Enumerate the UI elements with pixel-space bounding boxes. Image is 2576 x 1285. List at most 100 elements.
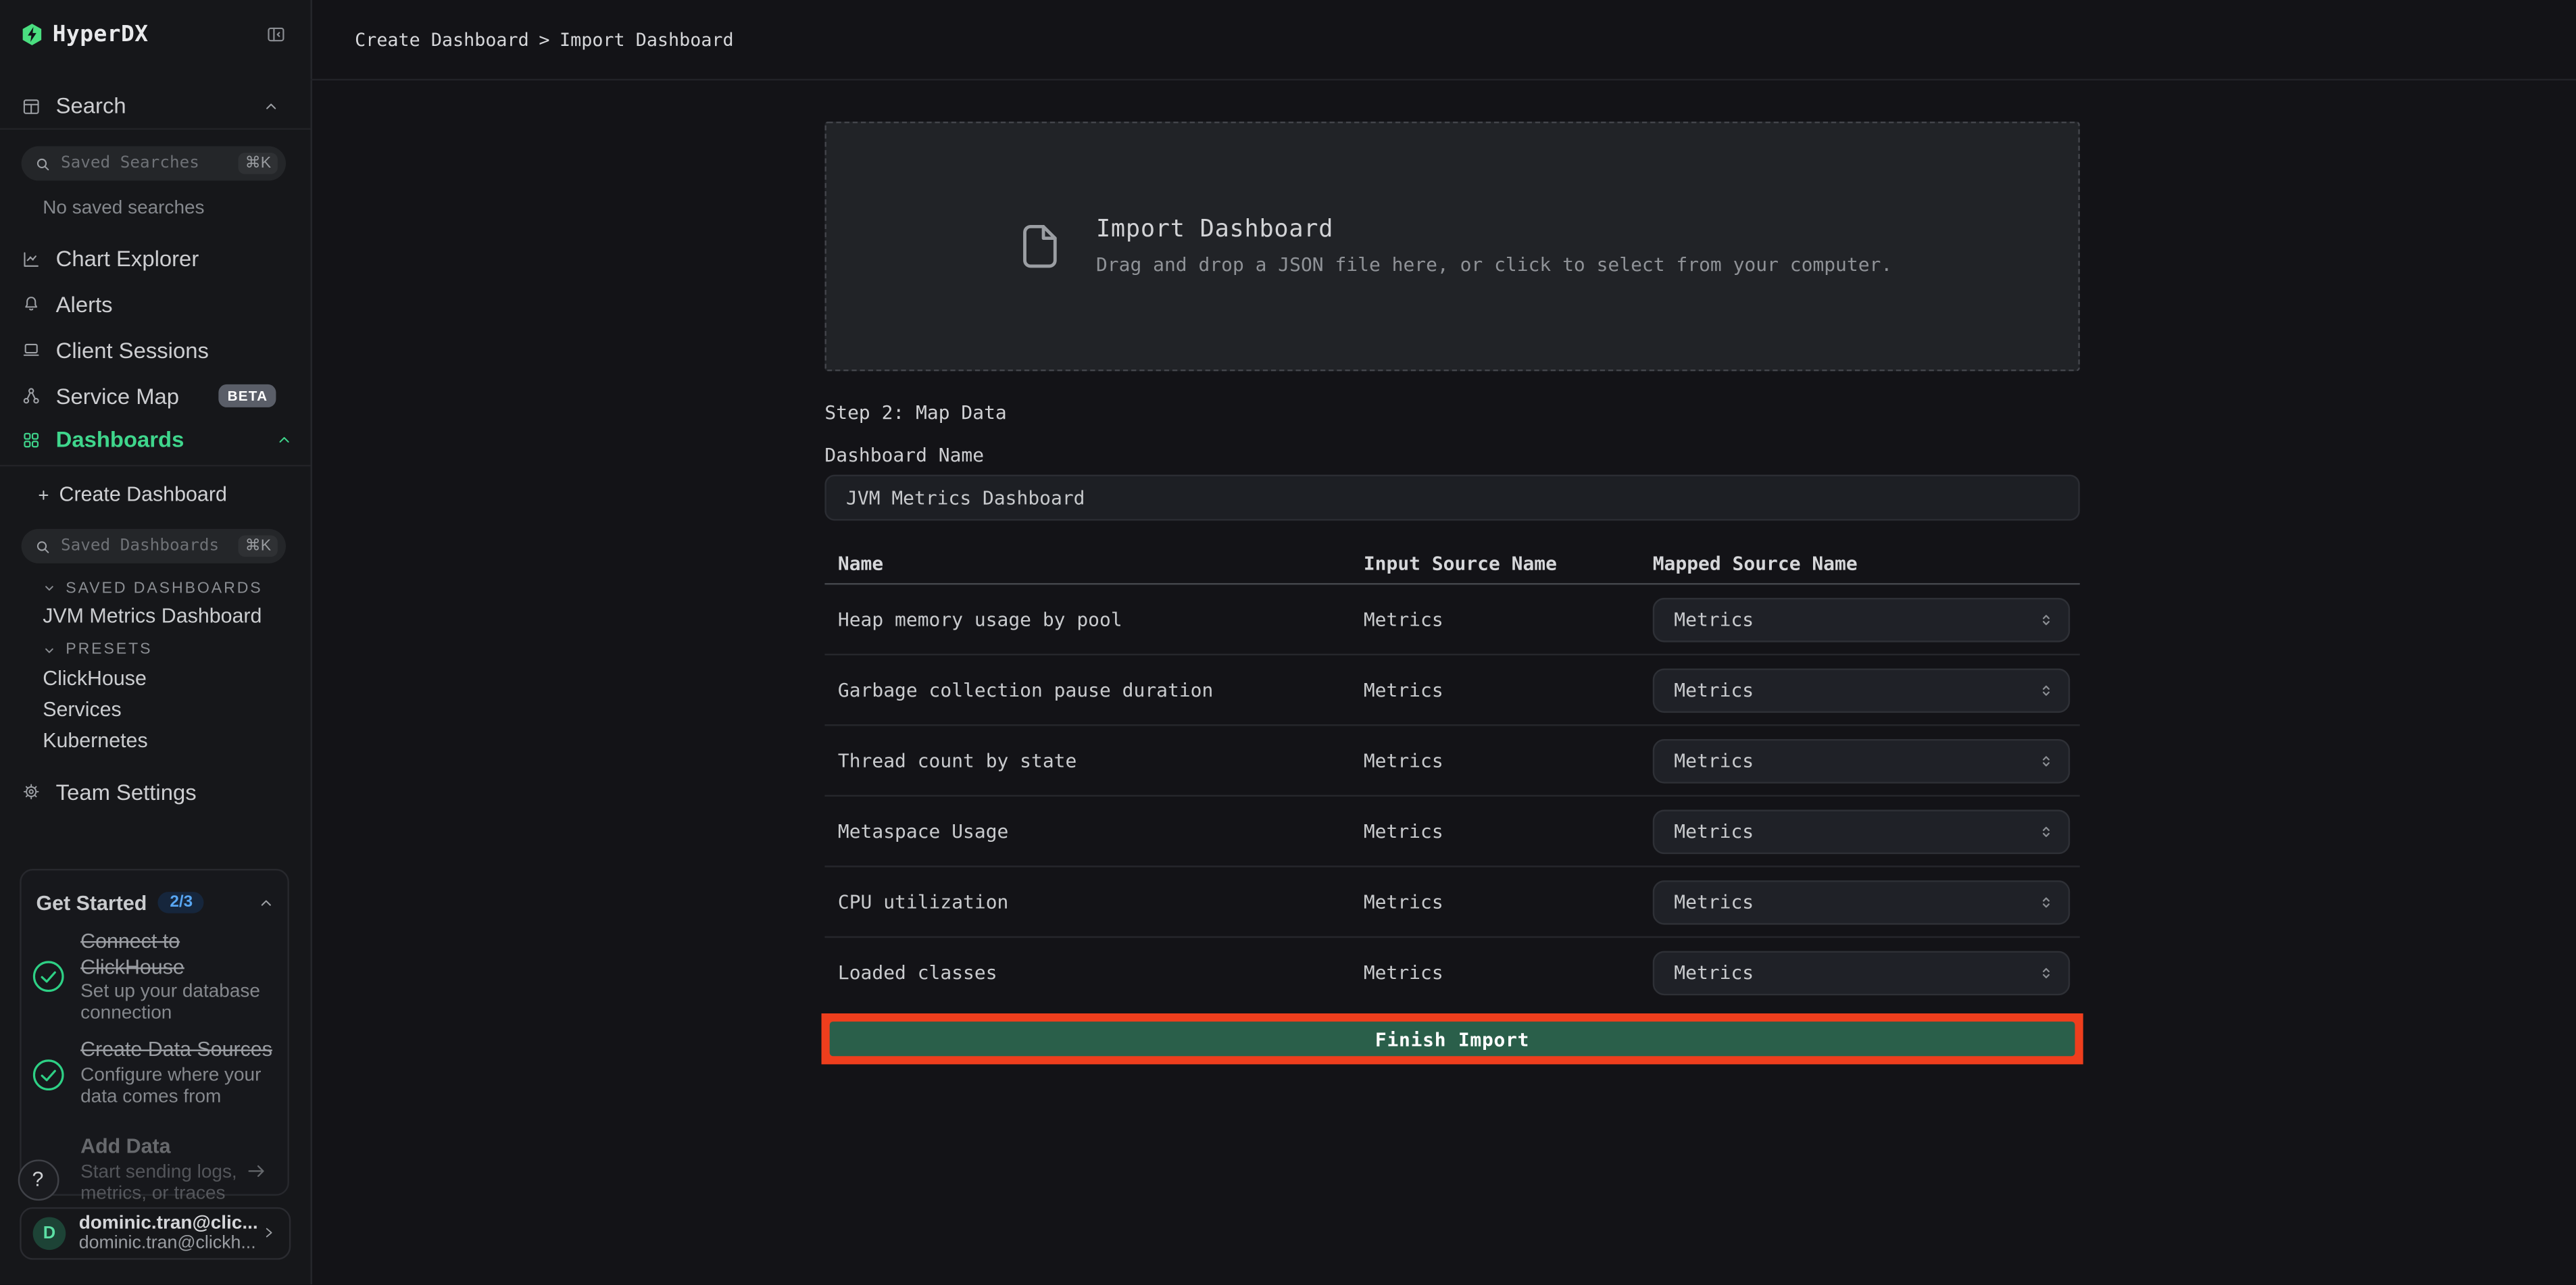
sidebar-item-label: Search xyxy=(56,94,126,118)
mapped-source-select[interactable]: Metrics xyxy=(1653,950,2071,994)
beta-badge: BETA xyxy=(220,384,276,407)
preset-name: ClickHouse xyxy=(43,666,147,689)
app-logo[interactable]: HyperDX xyxy=(22,20,149,49)
service-map-icon xyxy=(22,386,41,405)
preset-item-clickhouse[interactable]: ClickHouse xyxy=(43,664,147,690)
step-description: Set up your database connection xyxy=(80,982,274,1026)
row-input-source: Metrics xyxy=(1364,820,1650,842)
panel-left-icon xyxy=(266,24,286,44)
selected-value: Metrics xyxy=(1674,749,1754,772)
sidebar-collapse-button[interactable] xyxy=(266,24,286,44)
check-circle-icon xyxy=(31,959,66,993)
sidebar-item-alerts[interactable]: Alerts xyxy=(22,289,311,319)
breadcrumb-separator: > xyxy=(539,29,549,51)
row-input-source: Metrics xyxy=(1364,608,1650,631)
section-title: PRESETS xyxy=(66,640,152,659)
row-name: Heap memory usage by pool xyxy=(824,608,1363,631)
mapped-source-select[interactable]: Metrics xyxy=(1653,667,2071,712)
search-placeholder: Saved Searches xyxy=(61,155,199,173)
select-updown-icon xyxy=(2037,681,2056,699)
search-placeholder: Saved Dashboards xyxy=(61,537,219,555)
preset-item-kubernetes[interactable]: Kubernetes xyxy=(43,727,147,753)
sidebar-item-chart-explorer[interactable]: Chart Explorer xyxy=(22,244,311,274)
table-row: Metaspace Usage Metrics Metrics xyxy=(824,797,2079,867)
create-dashboard-button[interactable]: Create Dashboard xyxy=(36,483,226,506)
mapped-source-select[interactable]: Metrics xyxy=(1653,738,2071,783)
arrow-right-icon xyxy=(245,1159,268,1182)
grid-icon xyxy=(22,430,41,449)
gear-icon xyxy=(22,782,41,801)
mapping-table: Name Input Source Name Mapped Source Nam… xyxy=(824,544,2079,1007)
mapped-source-select[interactable]: Metrics xyxy=(1653,809,2071,853)
row-input-source: Metrics xyxy=(1364,961,1650,984)
dashboard-name: JVM Metrics Dashboard xyxy=(43,605,262,628)
user-name: dominic.tran@clic... xyxy=(79,1213,258,1233)
row-mapped-source-cell: Metrics xyxy=(1650,880,2080,924)
sidebar-item-dashboards[interactable]: Dashboards xyxy=(22,424,311,454)
app-window: HyperDX Search Saved Searches ⌘K No save… xyxy=(0,0,2576,1285)
select-updown-icon xyxy=(2037,822,2056,840)
mapped-source-select[interactable]: Metrics xyxy=(1653,597,2071,642)
breadcrumb-current: Import Dashboard xyxy=(560,29,734,51)
mapped-source-select[interactable]: Metrics xyxy=(1653,880,2071,924)
search-icon xyxy=(34,155,51,172)
get-started-title: Get Started xyxy=(36,891,147,914)
sidebar-item-client-sessions[interactable]: Client Sessions xyxy=(22,335,311,365)
get-started-header[interactable]: Get Started 2/3 xyxy=(36,890,274,915)
shortcut-badge: ⌘K xyxy=(239,536,278,557)
preset-item-services[interactable]: Services xyxy=(43,696,122,722)
column-header-mapped-source: Mapped Source Name xyxy=(1650,552,2080,575)
get-started-step-sources[interactable]: Create Data Sources Configure where your… xyxy=(80,1038,274,1108)
chart-explorer-icon xyxy=(22,249,41,268)
sidebar-item-team-settings[interactable]: Team Settings xyxy=(22,777,297,807)
row-input-source: Metrics xyxy=(1364,890,1650,913)
step-description: Configure where your data comes from xyxy=(80,1065,274,1109)
select-updown-icon xyxy=(2037,751,2056,770)
check-circle-icon xyxy=(31,1057,66,1091)
file-icon xyxy=(1012,212,1068,281)
saved-searches-input[interactable]: Saved Searches ⌘K xyxy=(22,146,286,180)
import-dropzone[interactable]: Import Dashboard Drag and drop a JSON fi… xyxy=(824,122,2079,372)
plus-icon xyxy=(36,487,51,502)
team-settings-label: Team Settings xyxy=(56,780,197,804)
chevron-up-icon xyxy=(258,895,274,911)
chevron-down-icon xyxy=(43,582,55,595)
row-mapped-source-cell: Metrics xyxy=(1650,950,2080,994)
saved-dashboard-item[interactable]: JVM Metrics Dashboard xyxy=(43,603,262,629)
bell-icon xyxy=(22,294,41,313)
help-button[interactable]: ? xyxy=(18,1159,59,1200)
row-mapped-source-cell: Metrics xyxy=(1650,597,2080,642)
saved-dashboards-section-header[interactable]: SAVED DASHBOARDS xyxy=(43,578,262,598)
dashboard-name-input[interactable] xyxy=(824,475,2079,521)
section-title: SAVED DASHBOARDS xyxy=(66,579,262,597)
sidebar-item-service-map[interactable]: Service Map BETA xyxy=(22,381,311,411)
finish-import-button[interactable]: Finish Import xyxy=(830,1022,2075,1056)
select-updown-icon xyxy=(2037,610,2056,628)
table-icon xyxy=(22,96,41,116)
chevron-up-icon xyxy=(263,98,279,114)
presets-section-header[interactable]: PRESETS xyxy=(43,640,152,659)
sidebar-item-label: Dashboards xyxy=(56,427,184,451)
breadcrumb-parent[interactable]: Create Dashboard xyxy=(355,29,529,51)
sidebar: HyperDX Search Saved Searches ⌘K No save… xyxy=(0,0,312,1285)
highlight-annotation: Finish Import xyxy=(822,1013,2083,1064)
preset-name: Services xyxy=(43,697,122,720)
saved-dashboards-input[interactable]: Saved Dashboards ⌘K xyxy=(22,529,286,563)
progress-badge: 2/3 xyxy=(158,892,204,913)
hexagon-bolt-icon xyxy=(22,23,43,46)
row-name: Garbage collection pause duration xyxy=(824,678,1363,701)
create-dashboard-label: Create Dashboard xyxy=(59,483,227,506)
step-title: Add Data xyxy=(80,1135,274,1161)
no-saved-searches-text: No saved searches xyxy=(43,199,204,218)
dropzone-subtitle: Drag and drop a JSON file here, or click… xyxy=(1096,253,1892,276)
user-menu[interactable]: D dominic.tran@clic... dominic.tran@clic… xyxy=(20,1207,291,1259)
dashboard-name-label: Dashboard Name xyxy=(824,443,984,466)
select-updown-icon xyxy=(2037,892,2056,911)
row-mapped-source-cell: Metrics xyxy=(1650,809,2080,853)
sidebar-item-search[interactable]: Search xyxy=(22,91,297,121)
breadcrumb: Create Dashboard > Import Dashboard xyxy=(355,29,734,51)
mapping-table-body: Heap memory usage by pool Metrics Metric… xyxy=(824,584,2079,1007)
selected-value: Metrics xyxy=(1674,608,1754,631)
dropzone-title: Import Dashboard xyxy=(1096,217,1892,243)
get-started-step-connect[interactable]: Connect to ClickHouse Set up your databa… xyxy=(80,930,274,1026)
